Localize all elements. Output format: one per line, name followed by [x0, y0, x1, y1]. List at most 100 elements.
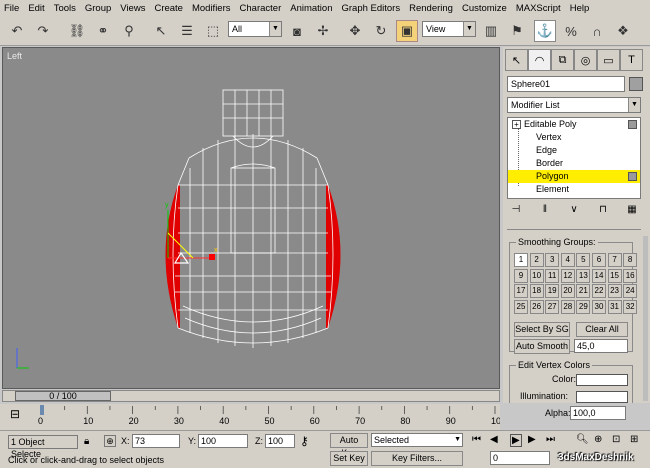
bind-spacewarp-icon[interactable]: ⚲	[118, 20, 140, 42]
smoothing-group-button[interactable]: 14	[591, 268, 606, 283]
menu-item-edit[interactable]: Edit	[28, 3, 44, 14]
object-name-field[interactable]: Sphere01	[507, 76, 625, 92]
percent-snap-icon[interactable]: %	[560, 20, 582, 42]
illumination-swatch[interactable]	[576, 391, 628, 403]
z-coordinate-field[interactable]: 100	[265, 434, 295, 448]
key-mode-dropdown[interactable]: Selected ▼	[371, 433, 463, 447]
smoothing-group-button[interactable]: 27	[545, 299, 560, 314]
clear-all-button[interactable]: Clear All	[576, 322, 628, 337]
time-slider-thumb[interactable]: 0 / 100	[15, 391, 111, 401]
stack-toggle-icon[interactable]	[628, 172, 637, 181]
modifier-stack[interactable]: + Editable Poly Vertex Edge Border Polyg…	[507, 117, 641, 199]
next-frame-icon[interactable]: ▶	[528, 434, 536, 445]
smoothing-group-button[interactable]: 25	[514, 299, 528, 314]
stack-item-editable-poly[interactable]: + Editable Poly	[508, 118, 640, 131]
modifier-list-dropdown[interactable]: Modifier List ▼	[507, 97, 641, 113]
redo-icon[interactable]: ↷	[32, 20, 54, 42]
zoom-all-icon[interactable]: ⊕	[594, 434, 602, 445]
expand-icon[interactable]: +	[512, 120, 521, 129]
menu-item-rendering[interactable]: Rendering	[409, 3, 453, 14]
smoothing-group-button[interactable]: 1	[514, 253, 528, 267]
track-bar[interactable]: ⊟ 0102030405060708090100	[0, 404, 500, 430]
stack-toggle-icon[interactable]	[628, 120, 637, 129]
select-object-icon[interactable]: ↖	[150, 20, 172, 42]
smoothing-group-button[interactable]: 26	[529, 299, 544, 314]
absolute-mode-icon[interactable]: ⊕	[104, 435, 116, 447]
current-frame-field[interactable]: 0	[490, 451, 550, 465]
unlink-icon[interactable]: ⚭	[92, 20, 114, 42]
create-tab[interactable]: ↖	[505, 49, 528, 71]
smoothing-group-button[interactable]: 16	[623, 268, 638, 283]
set-key-button[interactable]: Set Key	[330, 451, 368, 466]
select-link-icon[interactable]: ⛓	[66, 20, 88, 42]
zoom-extents-icon[interactable]: ⊡	[612, 434, 620, 445]
menu-item-animation[interactable]: Animation	[290, 3, 332, 14]
smoothing-group-button[interactable]: 30	[591, 299, 606, 314]
lock-icon[interactable]: 🔒︎	[84, 436, 89, 447]
select-by-name-icon[interactable]: ☰	[176, 20, 198, 42]
smoothing-group-button[interactable]: 11	[545, 268, 560, 283]
snap-icon[interactable]: ⚓	[534, 20, 556, 42]
menu-item-character[interactable]: Character	[240, 3, 282, 14]
stack-item-vertex[interactable]: Vertex	[508, 131, 640, 144]
command-panel-scrollbar[interactable]	[643, 236, 648, 401]
auto-smooth-button[interactable]: Auto Smooth	[514, 339, 570, 354]
stack-item-edge[interactable]: Edge	[508, 144, 640, 157]
selection-filter-dropdown[interactable]: All ▼	[228, 21, 282, 37]
play-icon[interactable]: ▶	[510, 434, 522, 447]
stack-item-element[interactable]: Element	[508, 183, 640, 196]
menu-item-create[interactable]: Create	[154, 3, 183, 14]
smoothing-group-button[interactable]: 31	[607, 299, 622, 314]
motion-tab[interactable]: ◎	[574, 49, 597, 71]
x-coordinate-field[interactable]: 73	[132, 434, 180, 448]
smoothing-group-button[interactable]: 19	[545, 284, 560, 299]
modify-tab[interactable]: ◠	[528, 49, 551, 71]
reference-coord-dropdown[interactable]: View ▼	[422, 21, 476, 37]
key-icon[interactable]: ⚷	[300, 434, 309, 448]
smoothing-group-button[interactable]: 21	[576, 284, 591, 299]
smoothing-group-button[interactable]: 13	[576, 268, 591, 283]
key-filters-button[interactable]: Key Filters...	[371, 451, 463, 466]
window-crossing-icon[interactable]: ◙	[286, 20, 308, 42]
display-tab[interactable]: ▭	[597, 49, 620, 71]
previous-frame-icon[interactable]: ◀	[490, 434, 498, 445]
select-rotate-icon[interactable]: ✥	[344, 20, 366, 42]
zoom-icon[interactable]: 🔍︎	[576, 434, 589, 445]
undo-icon[interactable]: ↶	[6, 20, 28, 42]
use-pivot-icon[interactable]: ▥	[480, 20, 502, 42]
smoothing-group-button[interactable]: 12	[560, 268, 575, 283]
smoothing-group-button[interactable]: 29	[576, 299, 591, 314]
time-slider[interactable]: 0 / 100	[2, 390, 500, 402]
y-coordinate-field[interactable]: 100	[198, 434, 248, 448]
smoothing-group-button[interactable]: 20	[560, 284, 575, 299]
smoothing-group-button[interactable]: 10	[529, 268, 544, 283]
smoothing-group-button[interactable]: 2	[529, 253, 544, 267]
smoothing-group-button[interactable]: 3	[545, 253, 560, 267]
show-end-result-icon[interactable]: ‖	[536, 204, 554, 222]
render-icon[interactable]: ❖	[612, 20, 634, 42]
smoothing-group-button[interactable]: 23	[607, 284, 622, 299]
select-move-icon[interactable]: ✢	[312, 20, 334, 42]
smoothing-group-button[interactable]: 17	[514, 284, 528, 299]
configure-modifier-icon[interactable]: ▦	[623, 204, 641, 222]
smoothing-group-button[interactable]: 22	[591, 284, 606, 299]
vertex-color-swatch[interactable]	[576, 374, 628, 386]
smoothing-group-button[interactable]: 28	[560, 299, 575, 314]
smoothing-group-button[interactable]: 9	[514, 268, 528, 283]
go-to-start-icon[interactable]: ⏮	[472, 434, 481, 445]
menu-item-views[interactable]: Views	[120, 3, 145, 14]
smoothing-group-button[interactable]: 4	[560, 253, 575, 267]
select-scale-icon[interactable]: ↻	[370, 20, 392, 42]
hierarchy-tab[interactable]: ⧉	[551, 49, 574, 71]
viewport-left[interactable]: Left x y	[2, 47, 500, 389]
auto-key-button[interactable]: Auto Key	[330, 433, 368, 458]
stack-item-polygon[interactable]: Polygon	[508, 170, 640, 183]
menu-item-tools[interactable]: Tools	[54, 3, 76, 14]
stack-item-border[interactable]: Border	[508, 157, 640, 170]
smoothing-group-button[interactable]: 7	[607, 253, 622, 267]
viewport-canvas[interactable]: x y	[3, 48, 500, 389]
remove-modifier-icon[interactable]: ⊓	[594, 204, 612, 222]
menu-item-maxscript[interactable]: MAXScript	[516, 3, 561, 14]
smoothing-group-button[interactable]: 32	[623, 299, 638, 314]
named-selection-icon[interactable]: ⚑	[506, 20, 528, 42]
